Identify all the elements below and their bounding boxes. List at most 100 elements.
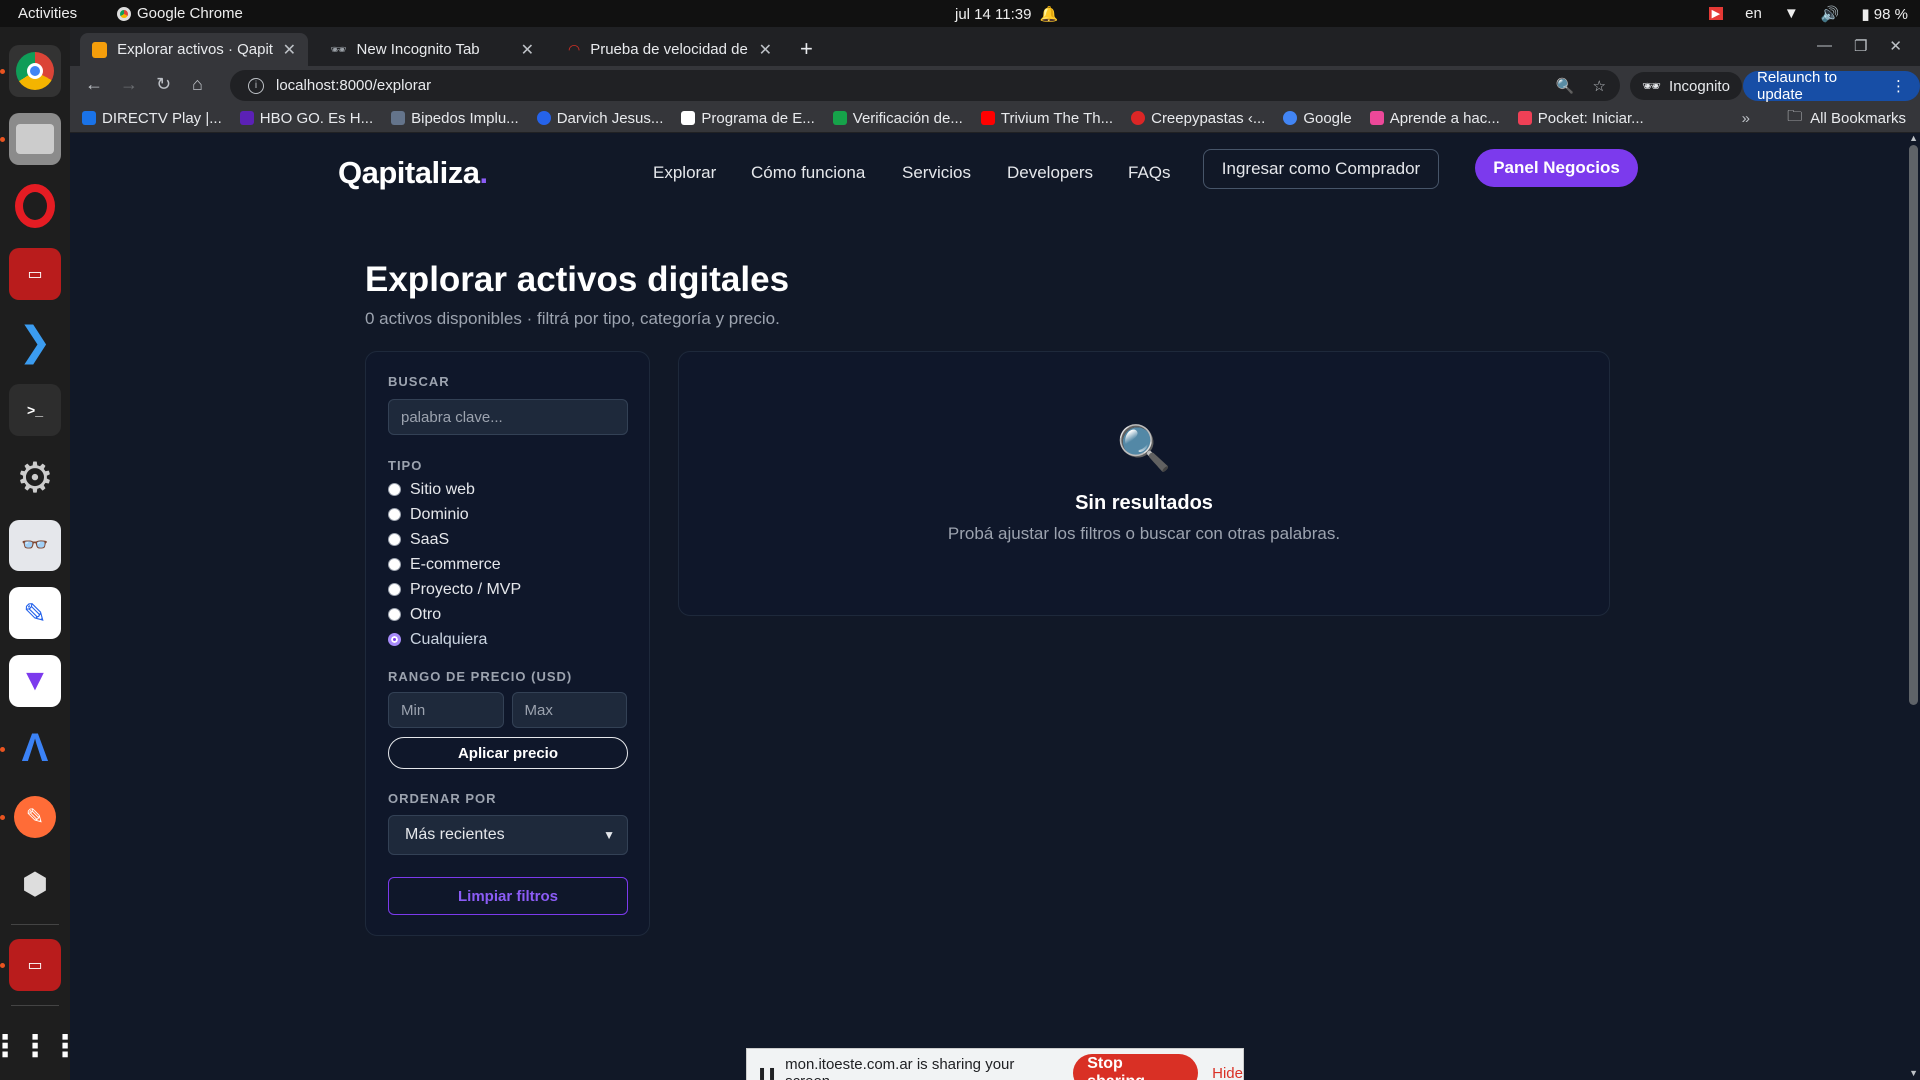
settings-icon[interactable]: ⚙ [9, 452, 61, 504]
tab-strip: Explorar activos · Qapita ✕ 🕶 New Incogn… [70, 27, 1920, 66]
postman-icon[interactable]: ✎ [0, 791, 61, 843]
youtube-icon [980, 111, 995, 125]
type-option-dominio[interactable]: Dominio [388, 502, 627, 527]
close-tab-icon[interactable]: ✕ [521, 40, 534, 60]
close-window-icon[interactable]: ✕ [1889, 37, 1902, 55]
max-price-input[interactable]: Max [511, 692, 627, 728]
type-option-ecommerce[interactable]: E-commerce [388, 552, 627, 577]
type-option-otro[interactable]: Otro [388, 602, 627, 627]
tab-speed-test[interactable]: ◠ Prueba de velocidad de I ✕ [556, 33, 784, 66]
incognito-indicator[interactable]: 🕶 Incognito [1630, 72, 1742, 100]
type-label: TIPO [388, 458, 423, 473]
pause-icon: ❚❚ [757, 1066, 778, 1080]
files-icon[interactable] [0, 112, 61, 165]
clear-filters-button[interactable]: Limpiar filtros [388, 877, 628, 915]
terminal-icon[interactable]: >_ [9, 383, 61, 436]
text-editor-icon[interactable]: ✎ [9, 587, 61, 640]
business-panel-button[interactable]: Panel Negocios [1475, 149, 1638, 187]
bookmark-item[interactable]: Google [1283, 110, 1352, 127]
home-icon[interactable]: ⌂ [192, 74, 203, 95]
address-bar[interactable]: i localhost:8000/explorar 🔍 ☆ [230, 70, 1620, 101]
clock[interactable]: jul 14 11:39 🔔 [955, 5, 1058, 23]
show-apps-grid-icon[interactable]: ⋮⋮⋮ [0, 1020, 80, 1072]
sort-selected-value: Más recientes [405, 826, 505, 843]
nav-como-funciona[interactable]: Cómo funciona [751, 163, 865, 183]
bookmark-item[interactable]: Verificación de... [832, 110, 963, 127]
bookmark-star-icon[interactable]: ☆ [1593, 77, 1606, 95]
radio-icon[interactable] [388, 608, 401, 621]
system-top-bar: Activities Google Chrome jul 14 11:39 🔔 … [0, 0, 1920, 27]
back-icon[interactable]: ← [85, 74, 103, 95]
nav-faqs[interactable]: FAQs [1128, 163, 1171, 183]
page-icon [681, 111, 696, 125]
radio-icon[interactable] [388, 583, 401, 596]
all-bookmarks-button[interactable]: 🗀 All Bookmarks [1787, 106, 1906, 131]
min-price-input[interactable]: Min [388, 692, 504, 728]
opera-icon[interactable] [9, 181, 61, 233]
vscode-icon[interactable]: ❯ [9, 316, 61, 368]
restore-icon[interactable]: ❐ [1854, 37, 1867, 55]
chevron-down-icon: ▼ [603, 828, 615, 842]
forward-icon[interactable]: → [120, 74, 138, 95]
radio-checked-icon[interactable] [388, 633, 401, 646]
chrome-launcher-icon[interactable] [0, 45, 61, 97]
sort-select[interactable]: Más recientes ▼ [388, 815, 628, 855]
nav-explorar[interactable]: Explorar [653, 163, 716, 183]
bookmark-item[interactable]: DIRECTV Play |... [82, 110, 222, 127]
bookmark-item[interactable]: Pocket: Iniciar... [1517, 110, 1644, 127]
login-buyer-button[interactable]: Ingresar como Comprador [1203, 149, 1439, 189]
radio-icon[interactable] [388, 533, 401, 546]
bookmark-item[interactable]: HBO GO. Es H... [239, 110, 373, 127]
bookmark-item[interactable]: Trivium The Th... [980, 110, 1113, 127]
more-bookmarks-icon[interactable]: » [1742, 110, 1750, 127]
stop-sharing-button[interactable]: Stop sharing [1073, 1054, 1199, 1080]
share-message: mon.itoeste.com.ar is sharing your scree… [785, 1056, 1015, 1080]
type-option-proyecto-mvp[interactable]: Proyecto / MVP [388, 577, 627, 602]
zoom-icon[interactable]: 🔍 [1556, 77, 1575, 95]
remote-desktop-running-icon[interactable]: ▭ [0, 939, 61, 992]
bookmark-item[interactable]: Bipedos Implu... [391, 110, 519, 127]
proton-vpn-icon[interactable]: ▼ [9, 655, 61, 707]
bookmarks-bar: DIRECTV Play |... HBO GO. Es H... Bipedo… [70, 104, 1920, 133]
bookmark-item[interactable]: Aprende a hac... [1369, 110, 1500, 127]
type-option-sitio-web[interactable]: Sitio web [388, 477, 627, 502]
new-tab-button[interactable]: + [800, 36, 813, 62]
relaunch-button[interactable]: Relaunch to update ⋮ [1743, 69, 1920, 103]
incognito-favicon-icon: 🕶 [330, 41, 347, 57]
scroll-down-icon[interactable]: ▼ [1909, 1068, 1918, 1078]
anydesk-icon[interactable]: Λ [0, 723, 61, 775]
radio-icon[interactable] [388, 558, 401, 571]
language-indicator[interactable]: en [1745, 5, 1762, 22]
system-tray[interactable]: ▶ en ▼ 🔊 ▮ 98 % [1708, 5, 1908, 23]
bookmark-item[interactable]: Creepypastas ‹... [1131, 110, 1265, 127]
bookmark-item[interactable]: Programa de E... [681, 110, 815, 127]
tab-explorar[interactable]: Explorar activos · Qapita ✕ [80, 33, 308, 66]
tab-new-incognito[interactable]: 🕶 New Incognito Tab ✕ [318, 33, 546, 66]
app-menu[interactable]: Google Chrome [117, 5, 243, 22]
battery-indicator: ▮ 98 % [1861, 5, 1908, 23]
reload-icon[interactable]: ↻ [156, 74, 171, 95]
remote-desktop-icon[interactable]: ▭ [9, 248, 61, 301]
nav-servicios[interactable]: Servicios [902, 163, 971, 183]
site-logo[interactable]: Qapitaliza. [338, 155, 488, 191]
radio-icon[interactable] [388, 508, 401, 521]
url-text[interactable]: localhost:8000/explorar [276, 77, 431, 94]
minimize-icon[interactable]: — [1817, 37, 1832, 55]
nav-developers[interactable]: Developers [1007, 163, 1093, 183]
close-tab-icon[interactable]: ✕ [283, 40, 296, 60]
activities-button[interactable]: Activities [18, 5, 77, 22]
scroll-up-icon[interactable]: ▲ [1909, 133, 1918, 143]
bookmark-item[interactable]: Darvich Jesus... [536, 110, 663, 127]
close-tab-icon[interactable]: ✕ [759, 40, 772, 60]
type-option-saas[interactable]: SaaS [388, 527, 627, 552]
page-scrollbar[interactable] [1909, 145, 1918, 705]
site-info-icon[interactable]: i [248, 77, 264, 94]
package-icon[interactable]: ⬢ [9, 859, 61, 911]
radio-icon[interactable] [388, 483, 401, 496]
apply-price-button[interactable]: Aplicar precio [388, 737, 628, 769]
empty-state-title: Sin resultados [1075, 492, 1213, 514]
document-viewer-icon[interactable]: 👓 [9, 519, 61, 572]
hide-share-bar-button[interactable]: Hide [1212, 1065, 1243, 1080]
type-option-cualquiera[interactable]: Cualquiera [388, 627, 627, 652]
search-input[interactable]: palabra clave... [388, 399, 628, 435]
